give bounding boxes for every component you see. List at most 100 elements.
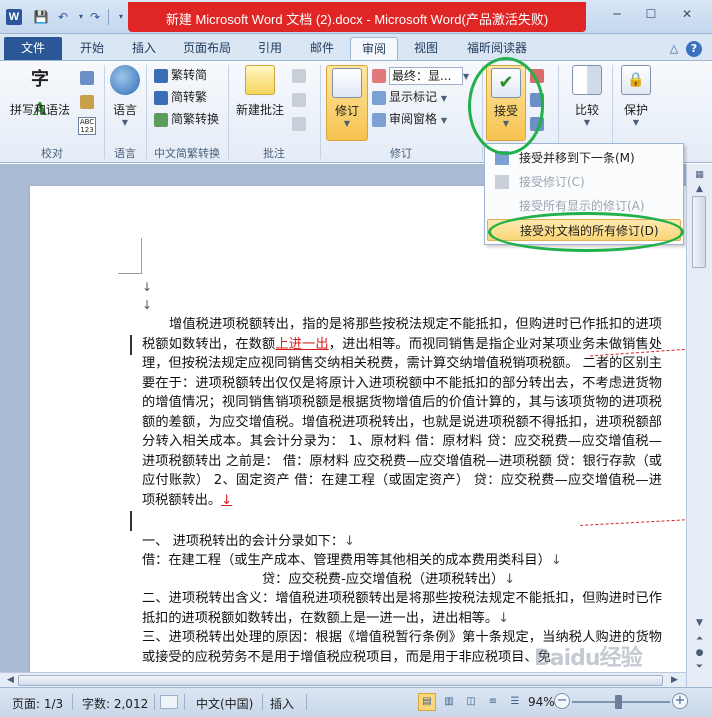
research-icon[interactable] (80, 71, 94, 85)
select-browse-object-icon[interactable]: ● (691, 646, 708, 660)
tab-mailings[interactable]: 邮件 (300, 37, 344, 60)
compare-docs-icon (572, 65, 602, 95)
scroll-left-icon[interactable]: ◀ (2, 673, 19, 687)
convert-icon (154, 112, 168, 127)
zoom-in-icon[interactable]: + (672, 693, 688, 709)
outline-view-icon[interactable]: ≡ (484, 693, 502, 711)
lock-icon: 🔒 (621, 65, 651, 95)
minimize-button[interactable]: ─ (604, 4, 630, 24)
line-text: 借：在建工程（或生产成本、管理费用等其他相关的成本费用类科目） (142, 553, 551, 568)
vertical-scrollbar[interactable]: ▦ ▲ ▼ ⏶ ● ⏷ (686, 164, 712, 687)
tab-foxit-reader[interactable]: 福昕阅读器 (458, 37, 536, 60)
globe-icon (110, 65, 140, 95)
word-app-icon[interactable]: W (6, 9, 22, 25)
line-text: 二、进项税转出含义：增值税进项税额转出是将那些按税法规定不能抵扣，但购进时已作抵… (142, 591, 662, 626)
web-layout-icon[interactable]: ◫ (462, 693, 480, 711)
proofing-status-icon[interactable] (160, 695, 178, 709)
show-markup-button[interactable]: 显示标记 ▼ (372, 87, 447, 107)
full-screen-reading-icon[interactable]: ▥ (440, 693, 458, 711)
menu-item-label: 接受修订(C) (519, 175, 585, 189)
next-page-icon[interactable]: ⏷ (691, 660, 708, 674)
group-label-language: 语言 (114, 147, 136, 160)
tab-insert[interactable]: 插入 (122, 37, 166, 60)
document-line: 一、 进项税转出的会计分录如下：↓ (142, 534, 356, 549)
next-comment-icon[interactable] (292, 117, 306, 131)
tab-home[interactable]: 开始 (70, 37, 114, 60)
line-text: 贷：应交税费-应交增值税（进项税转出） (262, 572, 505, 587)
page-indicator[interactable]: 页面: 1/3 (12, 695, 63, 712)
zoom-out-icon[interactable]: − (554, 693, 570, 709)
annotation-ellipse (488, 212, 684, 252)
tab-file[interactable]: 文件 (4, 37, 62, 60)
save-icon[interactable]: 💾 (32, 9, 50, 25)
tab-references[interactable]: 引用 (248, 37, 292, 60)
language-label: 语言 (112, 103, 137, 117)
delete-comment-icon[interactable] (292, 69, 306, 83)
trad-to-simp-button[interactable]: 繁转简 (154, 65, 207, 85)
chevron-down-icon: ▼ (121, 118, 129, 127)
display-value: 最终：显... (389, 66, 463, 85)
status-bar: 页面: 1/3 字数: 2,012 中文(中国) 插入 ▤ ▥ ◫ ≡ ☰ 94… (0, 687, 712, 717)
reviewing-pane-icon (372, 112, 386, 127)
menu-item-label: 接受并移到下一条(M) (519, 151, 635, 165)
display-for-review-dropdown[interactable]: 最终：显... ▼ (372, 65, 469, 85)
scroll-thumb[interactable] (692, 196, 706, 268)
change-bar (130, 511, 132, 531)
compare-button[interactable]: 比较 ▼ (566, 65, 608, 127)
chevron-down-icon: ▼ (440, 116, 447, 125)
display-review-icon (372, 68, 386, 83)
scroll-thumb[interactable] (18, 675, 663, 686)
word-count-icon[interactable]: ABC 123 (78, 117, 96, 135)
compare-label: 比较 (574, 103, 599, 117)
undo-icon[interactable]: ↶ (54, 9, 72, 25)
scroll-up-icon[interactable]: ▲ (691, 182, 708, 196)
chevron-down-icon: ▼ (463, 72, 470, 81)
draft-view-icon[interactable]: ☰ (506, 693, 524, 711)
chinese-convert-button[interactable]: 简繁转换 (154, 109, 219, 129)
maximize-button[interactable]: ☐ (638, 4, 664, 24)
print-layout-view-icon[interactable]: ▤ (418, 693, 436, 711)
close-button[interactable]: ✕ (674, 4, 700, 24)
window-title: 新建 Microsoft Word 文档 (2).docx - Microsof… (165, 12, 549, 27)
reviewing-pane-button[interactable]: 审阅窗格 ▼ (372, 109, 447, 129)
watermark: Baidu经验 (534, 646, 643, 671)
simp-to-trad-button[interactable]: 简转繁 (154, 87, 207, 107)
menu-accept-change[interactable]: 接受修订(C) (487, 171, 681, 193)
revision-balloon-line (580, 519, 686, 526)
track-changes-pen-icon (332, 68, 362, 98)
trad-to-simp-label: 繁转简 (171, 68, 208, 82)
zoom-slider-thumb[interactable] (615, 695, 623, 709)
insert-mode[interactable]: 插入 (270, 695, 294, 712)
simp-to-trad-icon (154, 90, 168, 105)
tab-page-layout[interactable]: 页面布局 (174, 37, 240, 60)
previous-page-icon[interactable]: ⏶ (691, 632, 708, 646)
word-count[interactable]: 字数: 2,012 (82, 695, 148, 712)
thesaurus-icon[interactable] (80, 95, 94, 109)
change-bar (130, 335, 132, 355)
scroll-down-icon[interactable]: ▼ (691, 616, 708, 630)
minimize-ribbon-icon[interactable]: △ (666, 41, 682, 57)
tab-review[interactable]: 审阅 (350, 37, 398, 60)
tab-view[interactable]: 视图 (404, 37, 448, 60)
redo-icon[interactable]: ↷ (86, 9, 104, 25)
chevron-down-icon: ▼ (440, 94, 447, 103)
ruler-toggle-icon[interactable]: ▦ (691, 168, 708, 182)
spelling-grammar-button[interactable]: 字A 拼写和语法 (8, 65, 72, 120)
reviewing-pane-label: 审阅窗格 (389, 112, 438, 126)
language-button[interactable]: 语言 ▼ (106, 65, 144, 127)
menu-item-label: 接受所有显示的修订(A) (519, 199, 645, 213)
protect-button[interactable]: 🔒 保护 ▼ (616, 65, 656, 127)
group-label-chinese: 中文简繁转换 (154, 147, 220, 160)
title-bar: W 💾 ↶ ▾ ↷ ▾ 新建 Microsoft Word 文档 (2).doc… (0, 0, 712, 34)
scroll-right-icon[interactable]: ▶ (666, 673, 683, 687)
zoom-level[interactable]: 94% (528, 695, 555, 709)
line-text: 一、 进项税转出的会计分录如下： (142, 534, 345, 549)
help-icon[interactable]: ? (686, 41, 702, 57)
new-comment-button[interactable]: 新建批注 (232, 65, 288, 118)
horizontal-scrollbar[interactable]: ◀ ▶ (0, 672, 686, 687)
document-line: 二、进项税转出含义：增值税进项税额转出是将那些按税法规定不能抵扣，但购进时已作抵… (142, 591, 662, 626)
previous-comment-icon[interactable] (292, 93, 306, 107)
document-page[interactable]: ↓ ↓ 增值税进项税额转出，指的是将那些按税法规定不能抵扣，但购进时已作抵扣的进… (30, 186, 686, 687)
language-status[interactable]: 中文(中国) (196, 695, 253, 712)
track-changes-button[interactable]: 修订 ▼ (326, 65, 368, 141)
